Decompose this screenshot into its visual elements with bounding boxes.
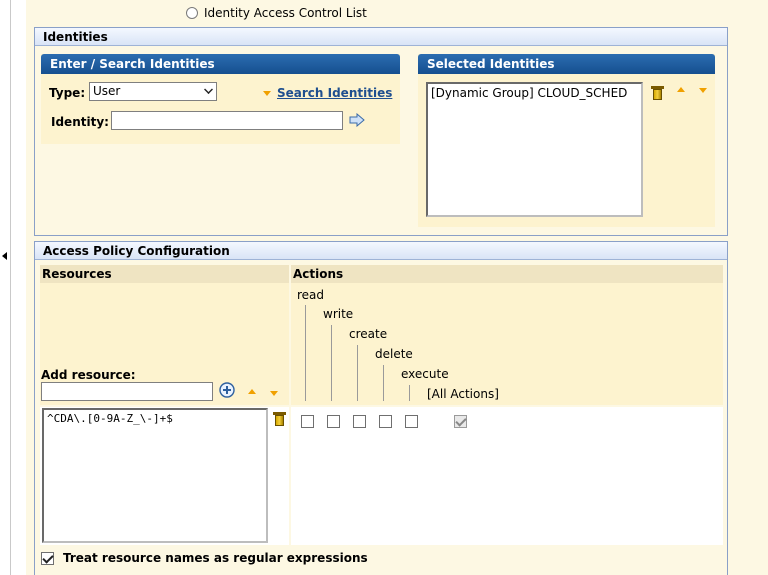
action-delete-label: delete: [375, 347, 413, 361]
action-write-label: write: [323, 307, 354, 321]
expand-triangle-icon: [263, 90, 271, 96]
resource-up-icon[interactable]: [248, 389, 256, 394]
move-down-icon[interactable]: [699, 88, 707, 93]
type-select-value: User: [93, 84, 121, 98]
identity-label: Identity:: [51, 115, 109, 129]
tree-line: [383, 365, 384, 401]
tree-line: [357, 345, 358, 401]
identity-acl-label: Identity Access Control List: [204, 6, 367, 20]
action-read-label: read: [297, 288, 325, 302]
type-select[interactable]: User: [89, 82, 217, 101]
identities-panel: Identities Enter / Search Identities Typ…: [34, 27, 728, 236]
actions-tree-cell: read write create delete execute [All Ac…: [291, 283, 723, 405]
selected-identities-title: Selected Identities: [418, 54, 715, 74]
identity-input[interactable]: [111, 111, 343, 130]
write-checkbox[interactable]: [327, 415, 340, 428]
type-label: Type:: [49, 86, 86, 100]
add-identity-arrow-icon[interactable]: [349, 113, 365, 127]
trash-icon[interactable]: [273, 411, 286, 426]
delete-checkbox[interactable]: [379, 415, 392, 428]
left-collapse-strip[interactable]: [0, 0, 11, 575]
chevron-down-icon: [204, 85, 213, 94]
access-policy-title: Access Policy Configuration: [35, 242, 727, 260]
list-item[interactable]: ^CDA\.[0-9A-Z_\-]+$: [47, 412, 263, 425]
list-item[interactable]: [Dynamic Group] CLOUD_SCHED: [431, 86, 638, 100]
selected-identities-list[interactable]: [Dynamic Group] CLOUD_SCHED: [426, 82, 643, 217]
tree-line: [409, 385, 410, 401]
trash-icon[interactable]: [651, 85, 664, 100]
action-execute-label: execute: [401, 367, 449, 381]
add-circle-icon[interactable]: [219, 382, 235, 398]
action-create-label: create: [349, 327, 388, 341]
tree-line: [331, 325, 332, 401]
create-checkbox[interactable]: [353, 415, 366, 428]
regex-label: Treat resource names as regular expressi…: [63, 551, 368, 565]
identities-panel-title: Identities: [35, 28, 727, 46]
action-all-label: [All Actions]: [427, 387, 499, 401]
search-identities-link[interactable]: Search Identities: [277, 86, 392, 100]
regex-option[interactable]: Treat resource names as regular expressi…: [41, 551, 368, 565]
tree-line: [305, 305, 306, 401]
read-checkbox[interactable]: [301, 415, 314, 428]
collapse-arrow-icon[interactable]: [2, 252, 7, 260]
radio-button[interactable]: [186, 7, 198, 19]
resource-list-cell: ^CDA\.[0-9A-Z_\-]+$: [40, 407, 289, 545]
actions-header: Actions: [291, 265, 723, 283]
selected-identities-box: Selected Identities [Dynamic Group] CLOU…: [418, 54, 715, 227]
all-actions-checkbox[interactable]: [454, 415, 467, 428]
add-resource-label: Add resource:: [41, 368, 136, 382]
identity-acl-option[interactable]: Identity Access Control List: [186, 6, 367, 20]
resource-list[interactable]: ^CDA\.[0-9A-Z_\-]+$: [42, 408, 268, 543]
resource-down-icon[interactable]: [270, 391, 278, 396]
execute-checkbox[interactable]: [405, 415, 418, 428]
add-resource-cell: Add resource:: [40, 283, 289, 405]
action-checks-cell: [291, 407, 723, 545]
regex-checkbox[interactable]: [41, 551, 54, 565]
search-box-title: Enter / Search Identities: [41, 54, 400, 74]
resources-header: Resources: [40, 265, 289, 283]
add-resource-input[interactable]: [41, 382, 213, 401]
access-policy-panel: Access Policy Configuration Resources Ac…: [34, 241, 728, 575]
search-identities-link-wrap[interactable]: Search Identities: [263, 86, 392, 100]
move-up-icon[interactable]: [677, 87, 685, 92]
search-identities-box: Enter / Search Identities Type: User Sea…: [41, 54, 400, 144]
